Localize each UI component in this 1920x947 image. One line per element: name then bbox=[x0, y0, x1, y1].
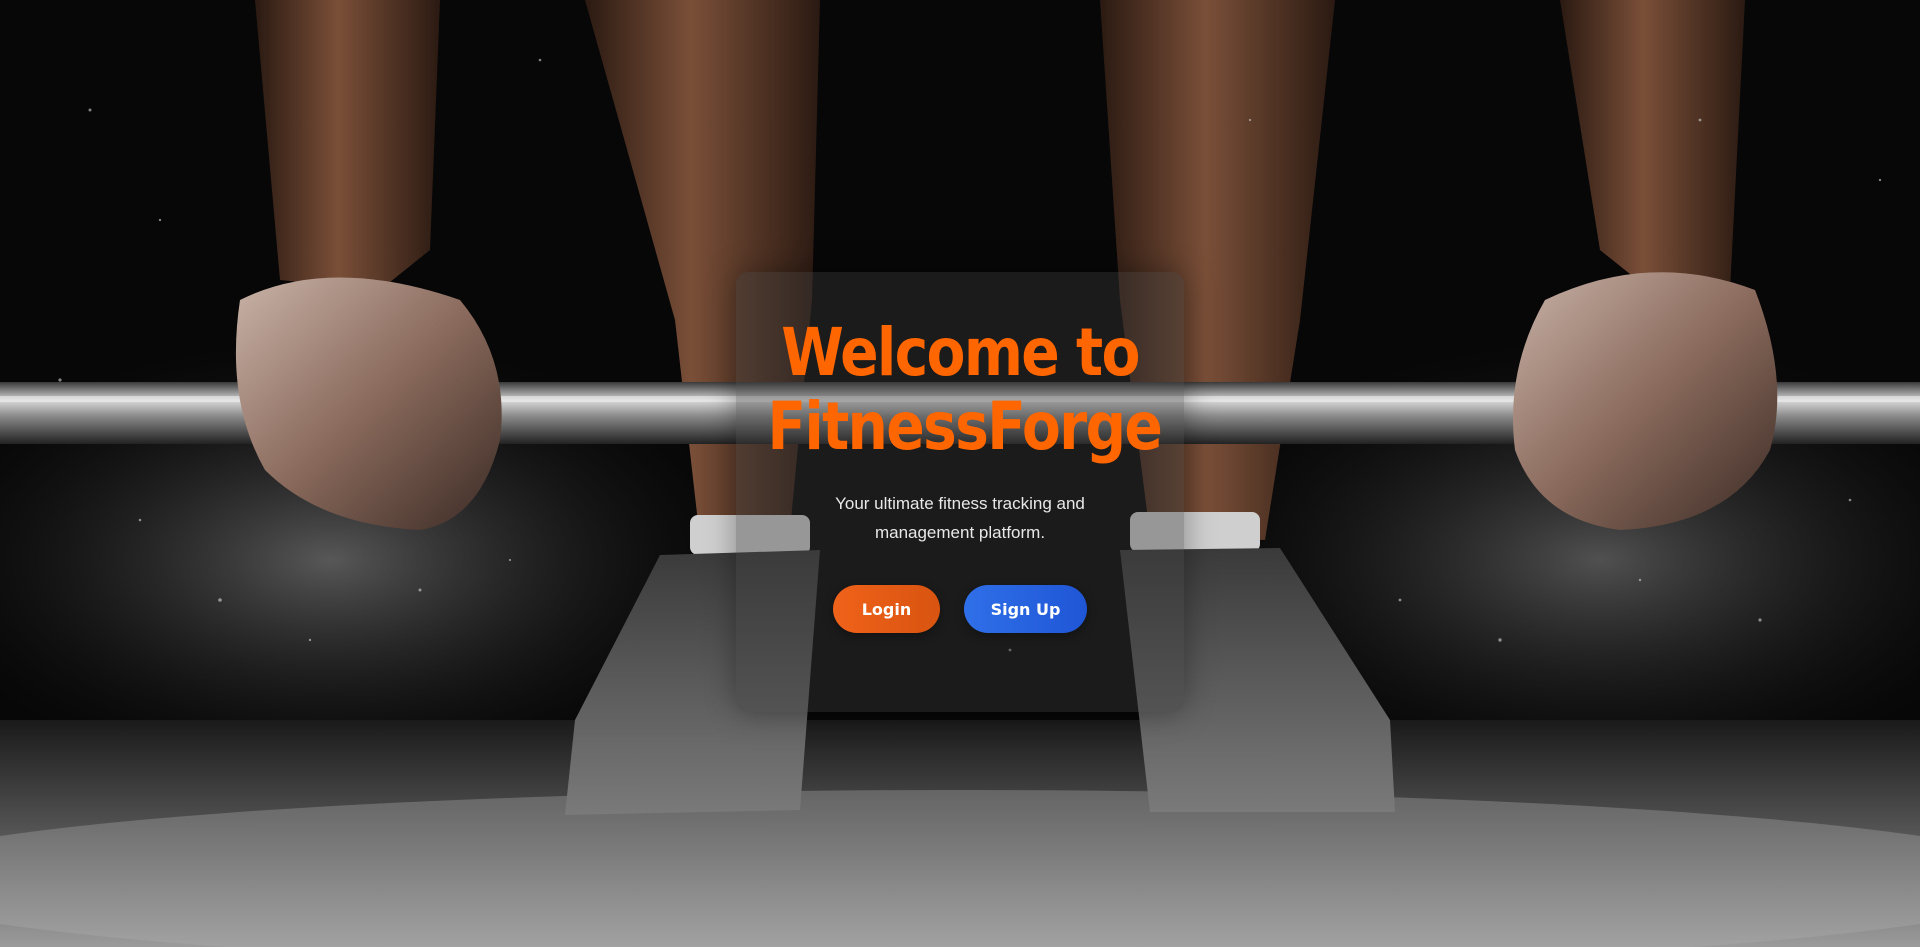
page-title: Welcome to FitnessForge bbox=[767, 314, 1163, 465]
login-button[interactable]: Login bbox=[833, 585, 940, 633]
title-line-brand: FitnessForge bbox=[767, 388, 1163, 465]
tagline: Your ultimate fitness tracking and manag… bbox=[835, 494, 1085, 542]
title-line-welcome: Welcome to bbox=[781, 314, 1140, 391]
signup-button[interactable]: Sign Up bbox=[964, 585, 1087, 633]
landing-page: Welcome to FitnessForge Your ultimate fi… bbox=[0, 0, 1920, 947]
